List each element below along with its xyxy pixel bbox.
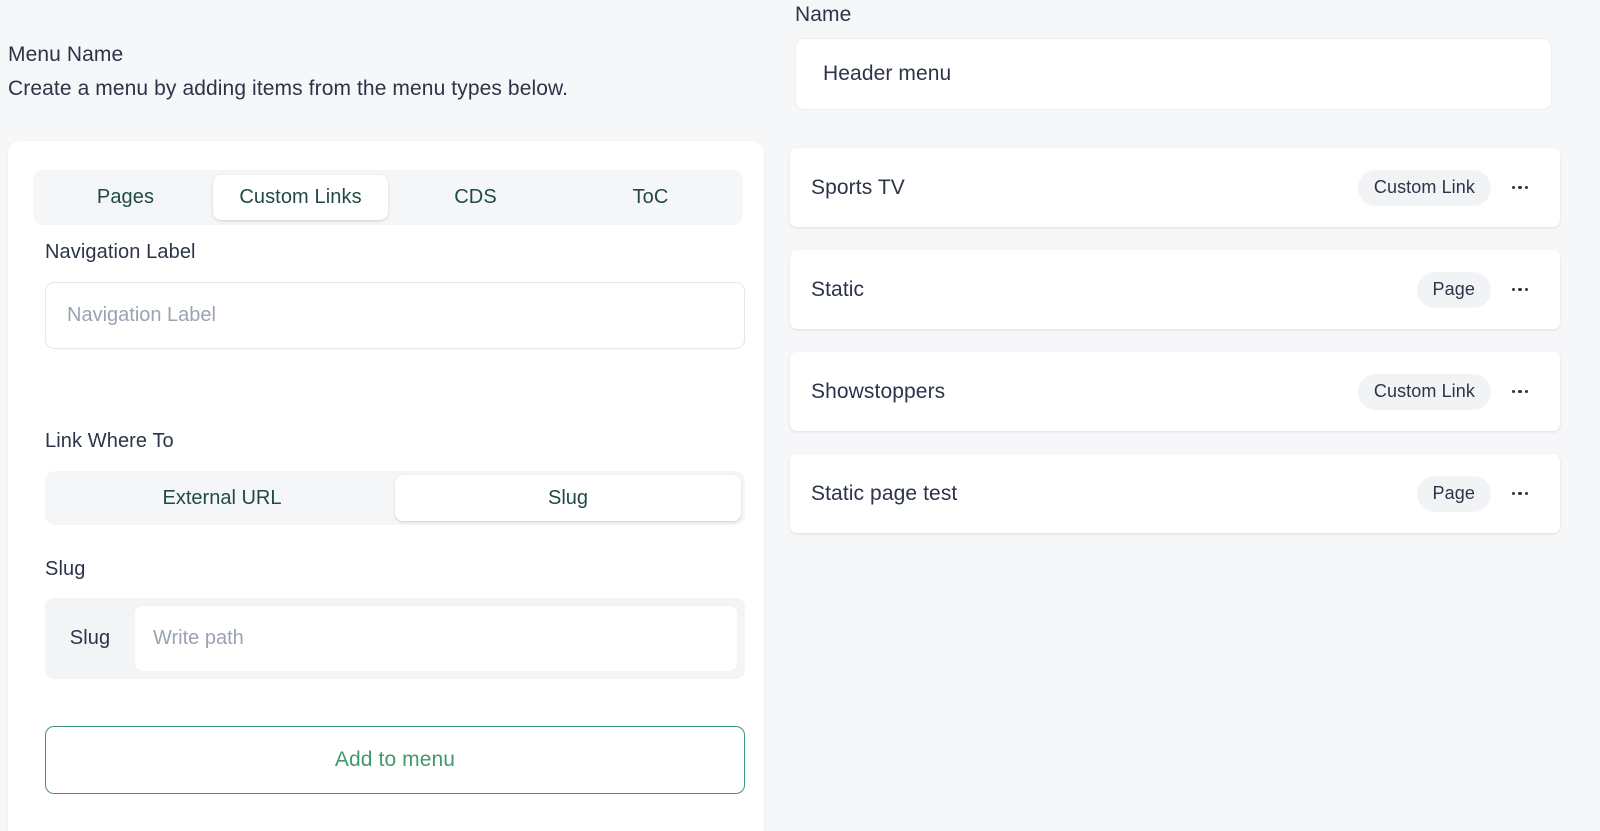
navigation-label-label: Navigation Label [45, 241, 196, 263]
menu-item-type-badge: Page [1416, 271, 1491, 308]
tab-toc[interactable]: ToC [563, 175, 738, 220]
segment-slug[interactable]: Slug [395, 475, 741, 521]
menu-item-label: Static [811, 277, 865, 301]
menu-item-type-badge: Custom Link [1357, 169, 1491, 206]
navigation-label-field-group: Navigation Label [45, 241, 745, 349]
ellipsis-icon[interactable] [1501, 475, 1539, 513]
menu-structure-right-column: Name Sports TV Custom Link Static Page S… [790, 0, 1600, 831]
slug-prefix-label: Slug [69, 627, 111, 649]
menu-list-item[interactable]: Sports TV Custom Link [790, 148, 1560, 227]
menu-item-label: Showstoppers [811, 379, 946, 403]
menu-name-label: Name [795, 3, 852, 26]
tab-cds[interactable]: CDS [388, 175, 563, 220]
menu-builder-page: Menu Name Create a menu by adding items … [0, 0, 1600, 831]
menu-type-tabs: Pages Custom Links CDS ToC [33, 170, 743, 225]
ellipsis-icon[interactable] [1501, 373, 1539, 411]
tab-custom-links[interactable]: Custom Links [213, 175, 388, 220]
menu-list-item[interactable]: Showstoppers Custom Link [790, 352, 1560, 431]
menu-item-type-badge: Page [1416, 475, 1491, 512]
ellipsis-icon[interactable] [1501, 271, 1539, 309]
slug-path-input[interactable] [135, 606, 737, 671]
page-subtitle: Create a menu by adding items from the m… [8, 77, 569, 100]
tab-pages[interactable]: Pages [38, 175, 213, 220]
slug-input-group: Slug [45, 598, 745, 679]
page-title: Menu Name [8, 43, 124, 66]
menu-item-label: Sports TV [811, 175, 905, 199]
slug-label: Slug [45, 558, 86, 580]
menu-item-label: Static page test [811, 481, 958, 505]
navigation-label-input[interactable] [45, 282, 745, 349]
menu-item-type-badge: Custom Link [1357, 373, 1491, 410]
intro-block: Menu Name Create a menu by adding items … [0, 0, 780, 106]
link-where-to-segmented-control: External URL Slug [45, 471, 745, 525]
menu-name-input[interactable] [795, 38, 1552, 110]
menu-items-list: Sports TV Custom Link Static Page Showst… [790, 148, 1560, 556]
ellipsis-icon[interactable] [1501, 169, 1539, 207]
segment-external-url[interactable]: External URL [49, 475, 395, 521]
link-where-to-label: Link Where To [45, 430, 174, 452]
slug-field-group: Slug Slug [45, 558, 745, 679]
menu-list-item[interactable]: Static Page [790, 250, 1560, 329]
menu-builder-left-column: Menu Name Create a menu by adding items … [0, 0, 780, 831]
menu-type-builder-card: Pages Custom Links CDS ToC Navigation La… [8, 141, 764, 831]
menu-list-item[interactable]: Static page test Page [790, 454, 1560, 533]
add-to-menu-button[interactable]: Add to menu [45, 726, 745, 794]
link-where-to-field-group: Link Where To External URL Slug [45, 430, 745, 525]
